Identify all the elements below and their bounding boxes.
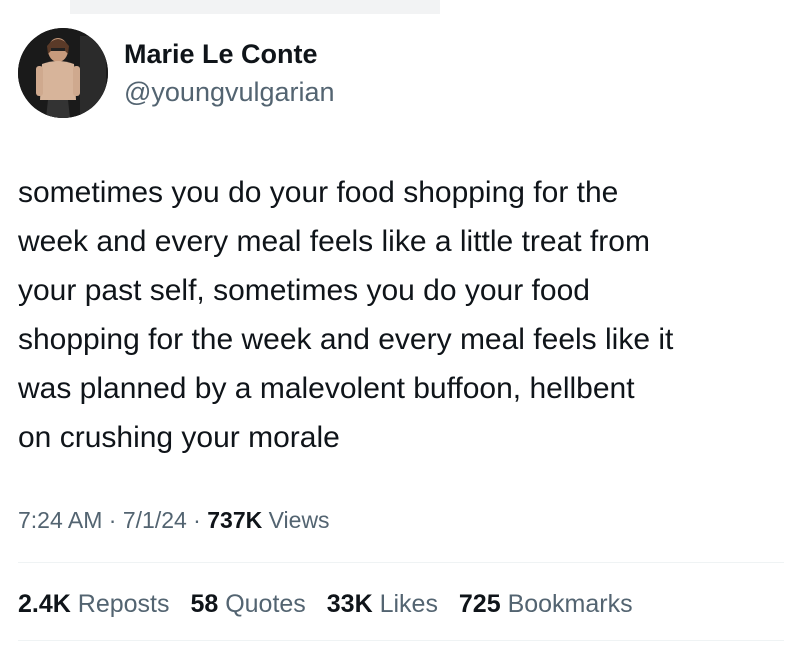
meta-separator: · (102, 507, 123, 533)
engagement-stats: 2.4K Reposts 58 Quotes 33K Likes 725 Boo… (18, 588, 633, 620)
likes-stat[interactable]: 33K Likes (327, 588, 438, 620)
tweet-text-line: week and every meal feels like a little … (18, 225, 650, 258)
likes-label: Likes (372, 590, 438, 618)
views-label: Views (262, 507, 330, 533)
tweet-text-line: shopping for the week and every meal fee… (18, 323, 674, 356)
likes-count: 33K (326, 590, 373, 618)
bookmarks-stat[interactable]: 725 Bookmarks (459, 588, 633, 620)
tweet-text-line: on crushing your morale (18, 421, 340, 454)
tweet-text: sometimes you do your food shopping for … (18, 168, 788, 462)
meta-separator: · (186, 507, 208, 533)
author-handle[interactable]: @youngvulgarian (124, 76, 335, 108)
divider (18, 562, 784, 563)
avatar-photo-icon (18, 28, 108, 118)
quotes-stat[interactable]: 58 Quotes (190, 588, 305, 620)
bookmarks-label: Bookmarks (500, 590, 633, 618)
bookmarks-count: 725 (458, 590, 501, 618)
reposts-count: 2.4K (18, 590, 71, 618)
tweet-time[interactable]: 7:24 AM (18, 507, 102, 533)
author-name[interactable]: Marie Le Conte (124, 38, 318, 70)
tweet-text-line: was planned by a malevolent buffoon, hel… (18, 372, 635, 405)
tweet-meta: 7:24 AM · 7/1/24 · 737K Views (18, 504, 330, 536)
views-count: 737K (207, 507, 263, 533)
divider (18, 640, 784, 641)
quotes-label: Quotes (218, 590, 306, 618)
tweet-date[interactable]: 7/1/24 (123, 507, 187, 533)
reposts-stat[interactable]: 2.4K Reposts (18, 588, 169, 620)
reposts-label: Reposts (70, 590, 170, 618)
avatar[interactable] (18, 28, 108, 118)
quotes-count: 58 (190, 590, 219, 618)
top-edge-strip (70, 0, 440, 14)
tweet-text-line: your past self, sometimes you do your fo… (18, 274, 590, 307)
tweet-text-line: sometimes you do your food shopping for … (18, 176, 619, 209)
